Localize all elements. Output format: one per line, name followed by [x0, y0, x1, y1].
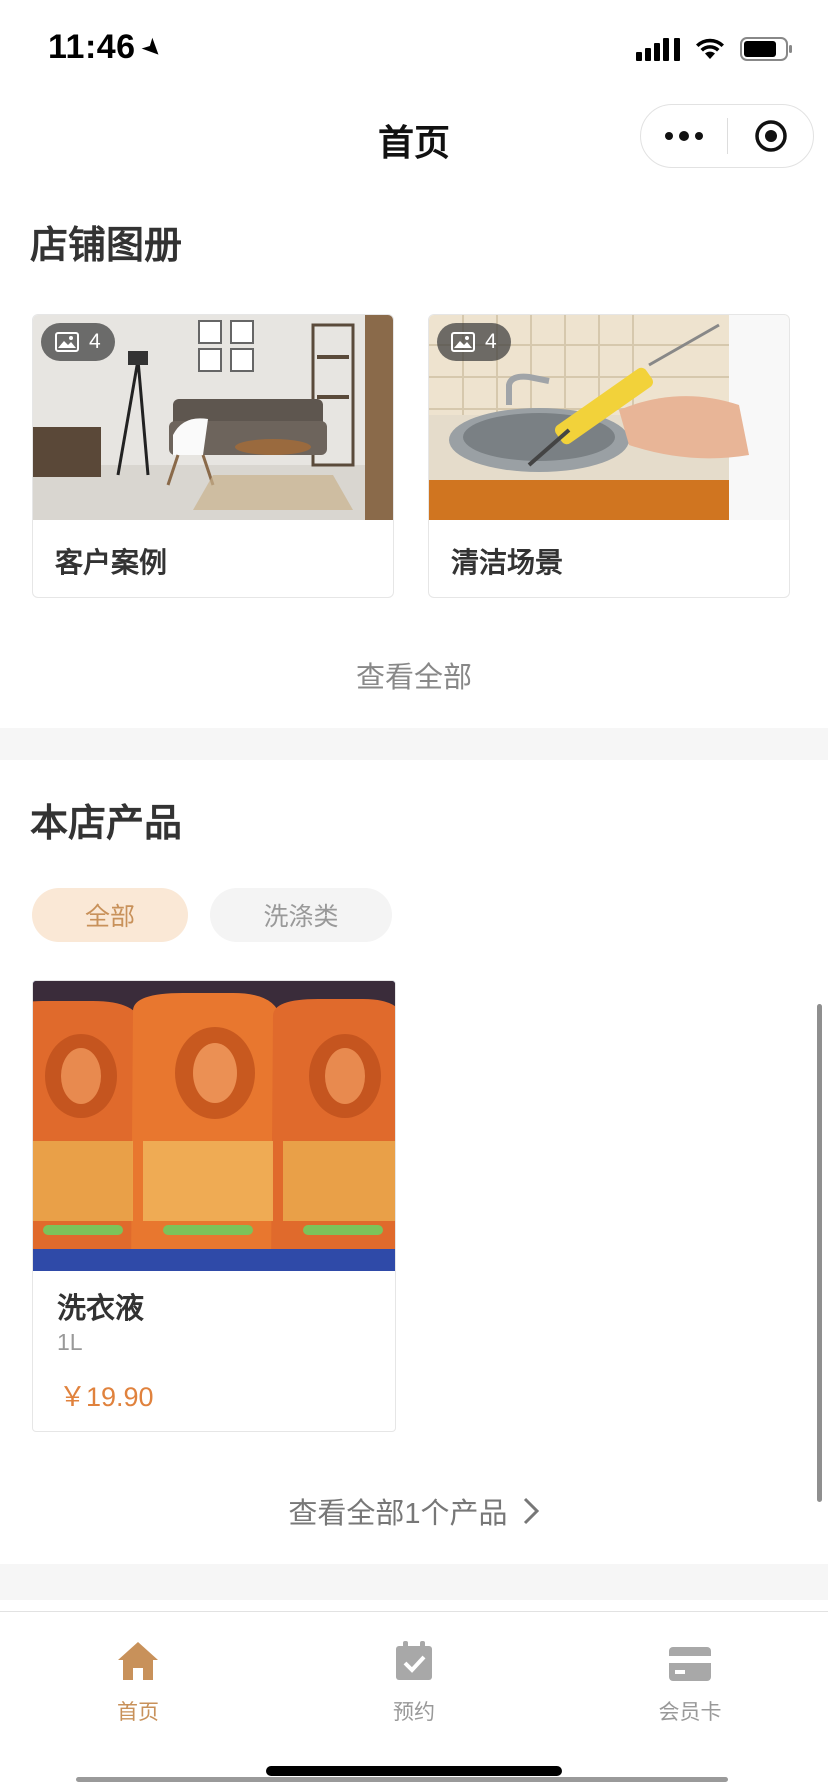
tab-bar: 首页 预约 会员卡 — [0, 1611, 828, 1792]
home-icon — [68, 1630, 208, 1682]
more-dot-icon — [665, 132, 673, 140]
view-all-products-link[interactable]: 查看全部1个产品 — [0, 1490, 828, 1532]
chevron-right-icon — [523, 1497, 539, 1525]
mini-program-capsule — [640, 104, 814, 168]
filter-tab-all[interactable]: 全部 — [32, 888, 188, 942]
tab-member-card-label: 会员卡 — [658, 1701, 722, 1724]
album-photo-count-badge: 4 — [437, 323, 511, 361]
target-close-icon — [754, 120, 787, 152]
scrollbar[interactable] — [817, 1004, 822, 1502]
album-photo-count: 4 — [89, 330, 101, 353]
location-arrow-icon: ➤ — [135, 31, 169, 66]
card-icon — [620, 1630, 760, 1682]
album-card-cleaning-scenes[interactable]: 4 清洁场景 — [428, 314, 790, 598]
cellular-signal-icon — [636, 37, 680, 61]
product-card[interactable]: 洗衣液 1L ￥19.90 — [32, 980, 396, 1432]
tab-home-label: 首页 — [117, 1701, 159, 1724]
more-dot-icon — [695, 132, 703, 140]
product-section-title: 本店产品 — [30, 803, 183, 845]
filter-tab-detergents[interactable]: 洗涤类 — [210, 888, 392, 942]
more-button[interactable] — [641, 105, 727, 167]
tab-home[interactable]: 首页 — [68, 1630, 208, 1726]
tab-booking[interactable]: 预约 — [344, 1630, 484, 1726]
more-dot-icon — [679, 131, 689, 141]
section-divider — [0, 1564, 828, 1600]
product-price: ￥19.90 — [59, 1382, 154, 1412]
status-icons — [636, 36, 794, 62]
section-divider — [0, 728, 828, 760]
product-spec: 1L — [57, 1329, 83, 1355]
album-photo-count: 4 — [485, 330, 497, 353]
album-photo-sink: 4 — [429, 315, 789, 520]
image-icon — [451, 332, 475, 352]
view-all-products-label: 查看全部1个产品 — [288, 1498, 508, 1530]
status-time: 11:46➤ — [48, 28, 169, 67]
tab-booking-label: 预约 — [393, 1701, 435, 1724]
album-card-customer-cases[interactable]: 4 客户案例 — [32, 314, 394, 598]
view-all-albums-link[interactable]: 查看全部 — [0, 654, 828, 696]
album-photo-living-room: 4 — [33, 315, 393, 520]
nav-bar: 首页 — [0, 96, 828, 176]
status-time-text: 11:46 — [48, 28, 136, 66]
album-label: 清洁场景 — [451, 547, 564, 578]
album-label: 客户案例 — [55, 547, 168, 578]
product-name: 洗衣液 — [57, 1293, 145, 1325]
close-mini-program-button[interactable] — [728, 105, 813, 167]
wifi-icon — [694, 37, 726, 61]
album-section-title: 店铺图册 — [30, 225, 183, 267]
bottom-divider-line — [76, 1777, 728, 1782]
calendar-check-icon — [344, 1630, 484, 1682]
image-icon — [55, 332, 79, 352]
battery-icon — [740, 36, 794, 62]
album-photo-count-badge: 4 — [41, 323, 115, 361]
status-bar: 11:46➤ — [0, 0, 828, 96]
home-indicator[interactable] — [266, 1766, 562, 1776]
product-photo-laundry-detergent — [33, 981, 395, 1271]
tab-member-card[interactable]: 会员卡 — [620, 1630, 760, 1726]
